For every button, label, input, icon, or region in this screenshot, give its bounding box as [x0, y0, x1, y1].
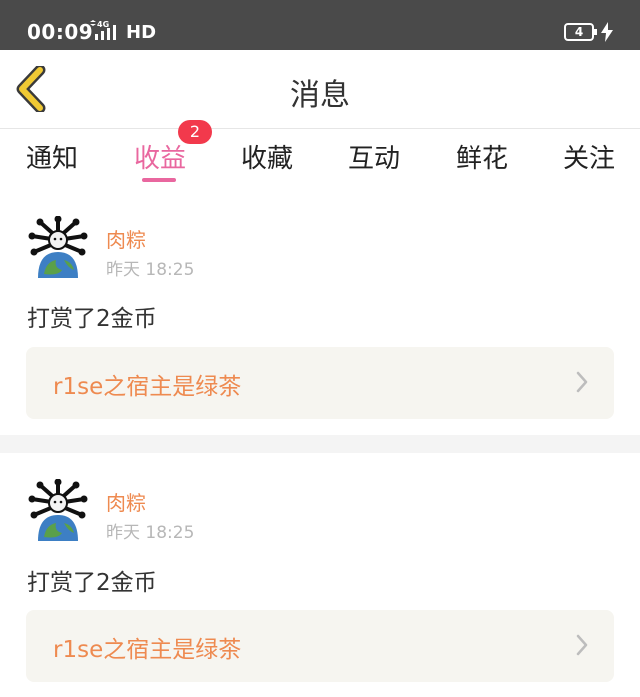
tab-flowers[interactable]: 鲜花 — [456, 138, 508, 175]
message-text: 打赏了2金币 — [27, 570, 157, 596]
tab-following[interactable]: 关注 — [563, 138, 615, 175]
avatar[interactable] — [28, 479, 88, 541]
section-divider — [0, 435, 640, 453]
message-link-title: r1se之宿主是绿茶 — [53, 374, 242, 400]
active-tab-indicator — [142, 178, 176, 182]
page-title: 消息 — [290, 78, 350, 113]
message-time: 昨天 18:25 — [106, 523, 195, 543]
tab-notifications[interactable]: 通知 — [26, 138, 78, 175]
message-username[interactable]: 肉粽 — [106, 487, 146, 516]
tab-bar: 通知 收益 2 收藏 互动 鲜花 关注 — [0, 120, 640, 190]
message-link-title: r1se之宿主是绿茶 — [53, 637, 242, 663]
chevron-right-icon — [576, 371, 588, 393]
nav-bar: 消息 — [0, 50, 640, 129]
hd-label: HD — [126, 22, 157, 43]
status-time: 00:09 — [27, 20, 94, 44]
message-link-card[interactable]: r1se之宿主是绿茶 — [26, 610, 614, 682]
battery-icon: 4 — [564, 23, 597, 41]
tab-earnings[interactable]: 收益 — [134, 138, 186, 175]
network-type: 4G — [97, 20, 109, 29]
message-item: 肉粽 昨天 18:25 打赏了2金币 r1se之宿主是绿茶 — [0, 190, 640, 435]
tab-interactions[interactable]: 互动 — [348, 138, 400, 175]
charging-icon — [601, 22, 613, 42]
message-text: 打赏了2金币 — [27, 306, 157, 332]
message-time: 昨天 18:25 — [106, 260, 195, 280]
chevron-right-icon — [576, 634, 588, 656]
tab-favorites[interactable]: 收藏 — [241, 138, 293, 175]
signal-icon: 4G — [90, 20, 116, 40]
message-link-card[interactable]: r1se之宿主是绿茶 — [26, 347, 614, 419]
earnings-count-badge: 2 — [178, 120, 212, 144]
avatar[interactable] — [28, 216, 88, 278]
message-username[interactable]: 肉粽 — [106, 224, 146, 253]
battery-level: 4 — [574, 25, 584, 39]
message-item: 肉粽 昨天 18:25 打赏了2金币 r1se之宿主是绿茶 — [0, 453, 640, 697]
status-bar: 00:09 4G HD 4 — [0, 0, 640, 50]
